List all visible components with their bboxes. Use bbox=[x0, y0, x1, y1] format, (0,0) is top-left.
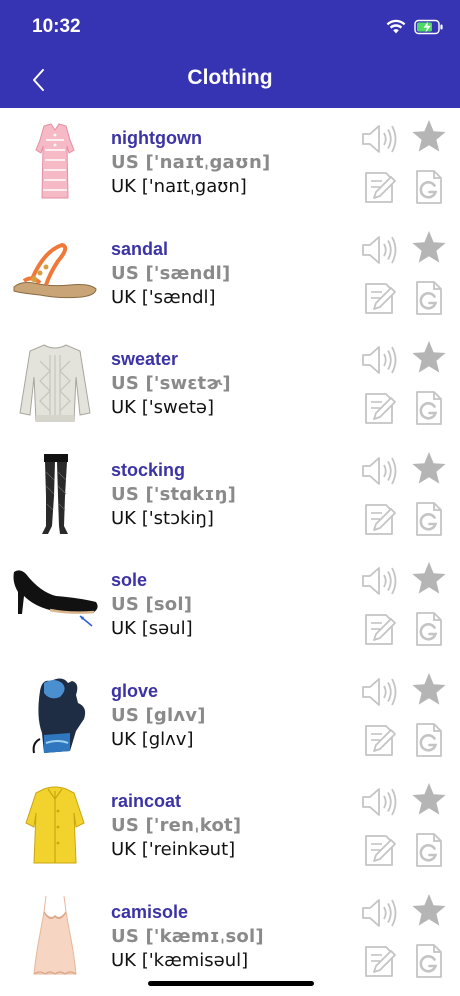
list-item[interactable]: sweater US ['swɛtɚ] UK ['swetə] bbox=[0, 329, 460, 440]
google-doc-icon[interactable] bbox=[410, 500, 448, 538]
list-item[interactable]: sole US [sol] UK [səul] bbox=[0, 550, 460, 661]
sandal-image bbox=[13, 242, 97, 298]
speaker-icon[interactable] bbox=[360, 231, 398, 269]
note-edit-icon[interactable] bbox=[360, 831, 398, 869]
word-label: glove bbox=[111, 680, 159, 701]
star-icon[interactable] bbox=[410, 781, 448, 819]
us-pronunciation: US ['naɪtˌgaʊn] bbox=[111, 152, 271, 173]
nightgown-image bbox=[35, 123, 75, 199]
speaker-icon[interactable] bbox=[360, 783, 398, 821]
word-list: nightgown US ['naɪtˌgaʊn] UK ['naɪtˌgaʊn… bbox=[0, 108, 460, 992]
google-doc-icon[interactable] bbox=[410, 389, 448, 427]
speaker-icon[interactable] bbox=[360, 452, 398, 490]
us-pronunciation: US ['kæmɪˌsol] bbox=[111, 925, 264, 947]
google-doc-icon[interactable] bbox=[410, 721, 448, 759]
us-pronunciation: US [glʌv] bbox=[111, 704, 206, 726]
status-time: 10:32 bbox=[32, 16, 81, 37]
list-item[interactable]: glove US [glʌv] UK [glʌv] bbox=[0, 661, 460, 772]
note-edit-icon[interactable] bbox=[360, 942, 398, 980]
speaker-icon[interactable] bbox=[360, 341, 398, 379]
stocking-image bbox=[42, 453, 68, 534]
uk-pronunciation: UK [səul] bbox=[111, 618, 193, 639]
uk-pronunciation: UK [glʌv] bbox=[111, 728, 194, 750]
star-icon[interactable] bbox=[410, 118, 448, 156]
us-pronunciation: US ['swɛtɚ] bbox=[111, 373, 231, 394]
sweater-image bbox=[19, 344, 91, 422]
uk-pronunciation: UK ['stɔkiŋ] bbox=[111, 507, 214, 529]
uk-pronunciation: UK ['sændl] bbox=[111, 286, 216, 308]
google-doc-icon[interactable] bbox=[410, 279, 448, 317]
word-label: sandal bbox=[111, 238, 169, 259]
word-label: nightgown bbox=[111, 128, 202, 148]
list-item[interactable]: nightgown US ['naɪtˌgaʊn] UK ['naɪtˌgaʊn… bbox=[0, 108, 460, 219]
word-label: camisole bbox=[111, 901, 189, 922]
star-icon[interactable] bbox=[410, 450, 448, 488]
google-doc-icon[interactable] bbox=[410, 942, 448, 980]
star-icon[interactable] bbox=[410, 671, 448, 709]
us-pronunciation: US ['renˌkot] bbox=[111, 815, 242, 836]
star-icon[interactable] bbox=[410, 892, 448, 930]
note-edit-icon[interactable] bbox=[360, 610, 398, 648]
google-doc-icon[interactable] bbox=[410, 831, 448, 869]
sole-image bbox=[13, 570, 98, 627]
note-edit-icon[interactable] bbox=[360, 500, 398, 538]
note-edit-icon[interactable] bbox=[360, 168, 398, 206]
us-pronunciation: US ['stɑkɪŋ] bbox=[111, 483, 237, 505]
us-pronunciation: US ['sændl] bbox=[111, 262, 231, 284]
battery-charging-icon bbox=[414, 19, 443, 35]
google-doc-icon[interactable] bbox=[410, 610, 448, 648]
note-edit-icon[interactable] bbox=[360, 389, 398, 427]
glove-image bbox=[32, 678, 86, 753]
word-label: raincoat bbox=[111, 791, 182, 811]
raincoat-image bbox=[25, 786, 85, 864]
wifi-icon bbox=[386, 19, 406, 34]
list-item[interactable]: camisole US ['kæmɪˌsol] UK ['kæmisəul] bbox=[0, 882, 460, 993]
page-title: Clothing bbox=[187, 66, 273, 89]
header-bar: 10:32 Clothing bbox=[0, 0, 460, 108]
uk-pronunciation: UK ['swetə] bbox=[111, 397, 214, 418]
speaker-icon[interactable] bbox=[360, 562, 398, 600]
uk-pronunciation: UK ['naɪtˌgaʊn] bbox=[111, 176, 247, 197]
uk-pronunciation: UK ['kæmisəul] bbox=[111, 949, 249, 971]
us-pronunciation: US [sol] bbox=[111, 594, 193, 615]
speaker-icon[interactable] bbox=[360, 120, 398, 158]
star-icon[interactable] bbox=[410, 560, 448, 598]
star-icon[interactable] bbox=[410, 229, 448, 267]
word-label: sweater bbox=[111, 349, 179, 369]
word-label: sole bbox=[111, 570, 148, 590]
status-icons bbox=[386, 16, 444, 38]
speaker-icon[interactable] bbox=[360, 894, 398, 932]
home-indicator[interactable] bbox=[148, 981, 314, 986]
list-item[interactable]: stocking US ['stɑkɪŋ] UK ['stɔkiŋ] bbox=[0, 440, 460, 551]
star-icon[interactable] bbox=[410, 339, 448, 377]
note-edit-icon[interactable] bbox=[360, 279, 398, 317]
note-edit-icon[interactable] bbox=[360, 721, 398, 759]
camisole-image bbox=[33, 895, 77, 975]
speaker-icon[interactable] bbox=[360, 673, 398, 711]
list-item[interactable]: sandal US ['sændl] UK ['sændl] bbox=[0, 219, 460, 330]
list-item[interactable]: raincoat US ['renˌkot] UK ['reinkəut] bbox=[0, 771, 460, 882]
google-doc-icon[interactable] bbox=[410, 168, 448, 206]
word-label: stocking bbox=[111, 459, 186, 480]
uk-pronunciation: UK ['reinkəut] bbox=[111, 839, 236, 860]
